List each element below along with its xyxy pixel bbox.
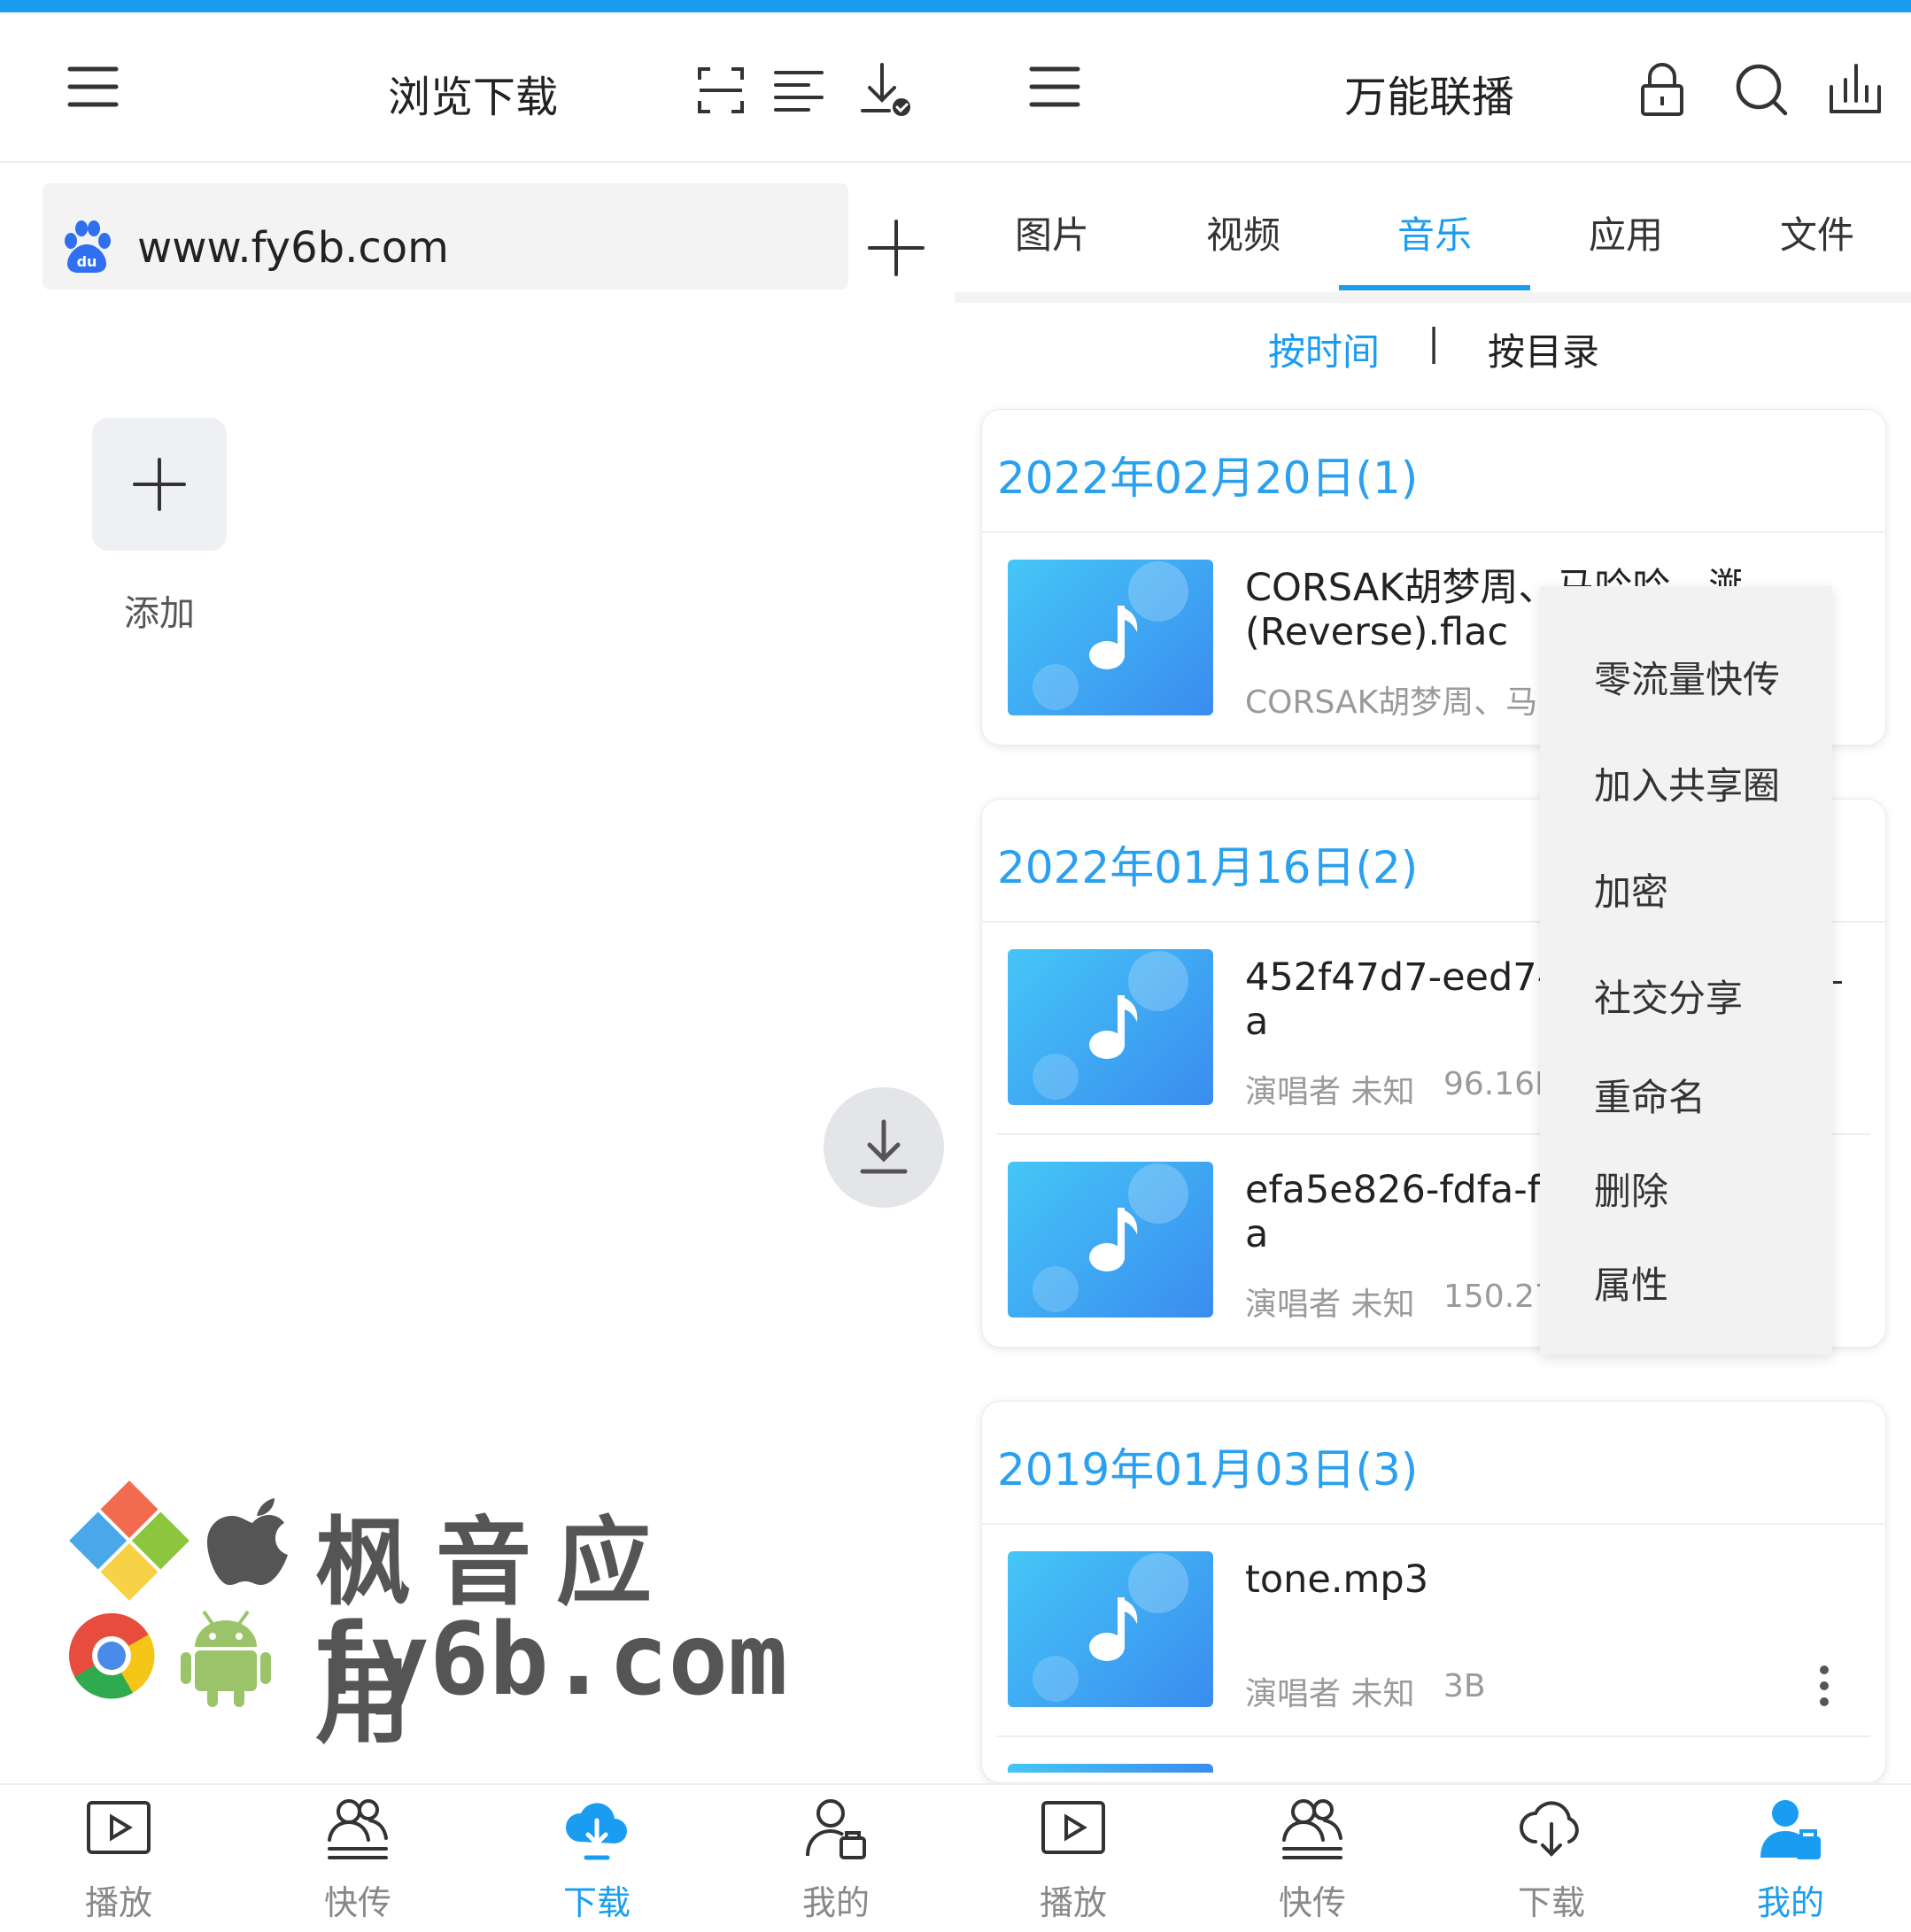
- scan-icon[interactable]: [692, 62, 749, 119]
- user-share-icon: [1760, 1800, 1821, 1859]
- tab-apps[interactable]: 应用: [1530, 205, 1721, 259]
- item-name-line2: a: [1245, 1212, 1269, 1256]
- download-fab[interactable]: [824, 1087, 944, 1208]
- nav-label: 播放: [84, 1883, 152, 1922]
- music-note-icon: [1033, 1553, 1188, 1702]
- watermark-url-text: fy6b.com: [310, 1603, 788, 1718]
- cloud-download-icon: [1520, 1801, 1579, 1857]
- status-accent-bar: [0, 0, 1911, 12]
- menu-icon[interactable]: [60, 58, 126, 115]
- music-note-icon: [1033, 1163, 1188, 1312]
- download-manager-icon[interactable]: [855, 57, 917, 124]
- menu-item-zero-flow-transfer[interactable]: 零流量快传: [1594, 650, 1780, 704]
- nav-label: 播放: [1039, 1883, 1107, 1922]
- item-name-line1: 452f47d7-eed7-: [1245, 955, 1546, 1000]
- nav-download[interactable]: 下载: [1463, 1794, 1640, 1927]
- menu-item-add-to-share-circle[interactable]: 加入共享圈: [1594, 756, 1780, 810]
- music-note-icon: [1033, 561, 1188, 710]
- item-size: 150.27: [1443, 1279, 1543, 1315]
- nav-label: 快传: [1278, 1883, 1346, 1922]
- page-title: 万能联播: [1344, 73, 1515, 122]
- menu-icon[interactable]: [1022, 58, 1087, 115]
- item-artist: CORSAK胡梦周、马: [1245, 684, 1538, 721]
- music-thumbnail: [1008, 560, 1213, 715]
- baidu-logo-icon: du: [58, 218, 115, 274]
- stats-icon[interactable]: [1824, 57, 1886, 119]
- nav-mine[interactable]: 我的: [1702, 1794, 1879, 1927]
- cloud-download-icon: [565, 1803, 627, 1860]
- search-icon[interactable]: [1730, 58, 1792, 120]
- next-item-thumbnail-edge: [1008, 1764, 1213, 1773]
- sort-separator: |: [1427, 321, 1441, 364]
- menu-item-social-share[interactable]: 社交分享: [1594, 969, 1743, 1023]
- play-icon: [1041, 1801, 1105, 1854]
- more-vert-icon[interactable]: [1807, 1659, 1842, 1712]
- date-group-header: 2022年02月20日(1): [997, 452, 1419, 504]
- chrome-logo-icon: [69, 1613, 155, 1699]
- plus-icon: [133, 458, 186, 511]
- left-header: 浏览下载: [0, 12, 955, 161]
- list-icon[interactable]: [770, 62, 827, 119]
- menu-item-rename[interactable]: 重命名: [1594, 1068, 1706, 1122]
- nav-quick-transfer[interactable]: 快传: [269, 1794, 446, 1927]
- music-thumbnail: [1008, 949, 1213, 1105]
- music-note-icon: [1033, 951, 1188, 1100]
- tab-music[interactable]: 音乐: [1339, 205, 1530, 259]
- right-header: 万能联播: [955, 12, 1911, 161]
- watermark: 枫音应用 fy6b.com: [62, 1470, 787, 1757]
- lock-icon[interactable]: [1635, 57, 1690, 122]
- item-name-line2: a: [1245, 1000, 1269, 1044]
- users-icon: [1282, 1799, 1342, 1859]
- tab-videos[interactable]: 视频: [1148, 205, 1339, 259]
- nav-download[interactable]: 下载: [508, 1794, 685, 1927]
- left-header-divider: [0, 161, 955, 163]
- tab-pictures[interactable]: 图片: [956, 205, 1148, 259]
- apple-logo-icon: [207, 1498, 288, 1585]
- tab-active-indicator: [1339, 285, 1530, 290]
- dash-mark: [1833, 981, 1842, 984]
- nav-play[interactable]: 播放: [30, 1794, 207, 1927]
- nav-label: 下载: [562, 1883, 631, 1922]
- nav-play[interactable]: 播放: [985, 1794, 1162, 1927]
- music-thumbnail: [1008, 1162, 1213, 1318]
- tab-bar-divider: [955, 292, 1911, 303]
- nav-label: 快传: [323, 1883, 391, 1922]
- user-share-icon: [806, 1799, 866, 1859]
- nav-label: 我的: [1756, 1883, 1824, 1922]
- nav-label: 下载: [1517, 1883, 1585, 1922]
- item-divider: [997, 1735, 1870, 1737]
- item-size: 96.16K: [1443, 1066, 1543, 1102]
- date-group-header: 2019年01月03日(3): [997, 1444, 1419, 1495]
- url-text[interactable]: www.fy6b.com: [137, 223, 449, 273]
- users-icon: [328, 1799, 388, 1859]
- tab-files[interactable]: 文件: [1721, 205, 1911, 259]
- svg-text:du: du: [77, 253, 97, 270]
- nav-label: 我的: [801, 1883, 870, 1922]
- menu-item-encrypt[interactable]: 加密: [1594, 862, 1668, 916]
- item-name-line1: efa5e826-fdfa-f: [1245, 1168, 1541, 1212]
- item-artist: 演唱者 未知: [1245, 1287, 1415, 1323]
- add-shortcut-label: 添加: [124, 593, 195, 634]
- sort-by-directory[interactable]: 按目录: [1488, 322, 1599, 376]
- menu-item-properties[interactable]: 属性: [1594, 1256, 1668, 1310]
- android-logo-icon: [181, 1610, 271, 1707]
- add-shortcut-button[interactable]: [92, 418, 227, 551]
- item-size: 3B: [1443, 1668, 1486, 1704]
- item-name-line1: tone.mp3: [1245, 1557, 1429, 1602]
- item-artist: 演唱者 未知: [1245, 1074, 1415, 1110]
- play-icon: [87, 1801, 151, 1854]
- nav-mine[interactable]: 我的: [747, 1794, 925, 1927]
- right-header-divider: [955, 161, 1911, 163]
- date-group-header: 2022年01月16日(2): [997, 842, 1419, 893]
- add-tab-icon[interactable]: [864, 216, 928, 280]
- menu-item-delete[interactable]: 删除: [1594, 1162, 1668, 1216]
- page-title: 浏览下载: [388, 73, 559, 122]
- music-thumbnail: [1008, 1551, 1213, 1707]
- windows-logo-icon: [69, 1480, 190, 1601]
- item-artist: 演唱者 未知: [1245, 1676, 1415, 1712]
- nav-quick-transfer[interactable]: 快传: [1224, 1794, 1401, 1927]
- sort-by-time[interactable]: 按时间: [1268, 322, 1380, 376]
